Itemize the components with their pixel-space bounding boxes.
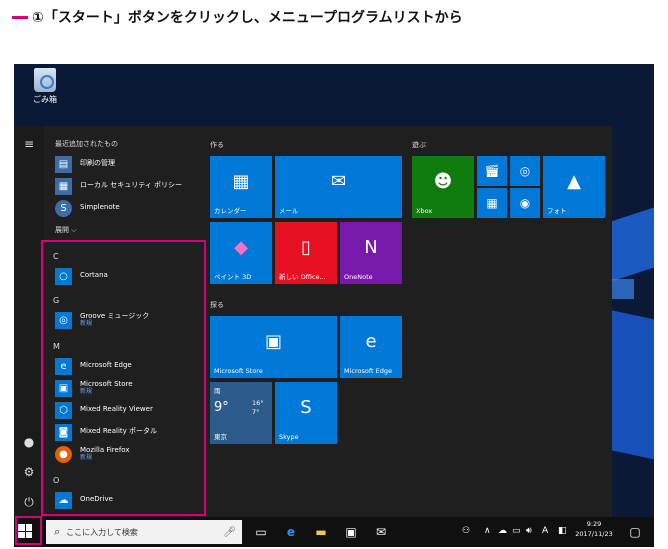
recent-header: 最近追加されたもの	[55, 140, 118, 148]
search-placeholder: ここに入力して検索	[66, 527, 138, 537]
group-play-label[interactable]: 遊ぶ	[412, 140, 426, 150]
network-icon[interactable]: ▭	[512, 526, 521, 536]
clock[interactable]: 9:29 2017/11/23	[574, 520, 614, 540]
paint-3d-icon: ◆	[234, 236, 248, 258]
caption-bar	[12, 15, 28, 19]
user-account-icon[interactable]: ●	[21, 434, 37, 450]
tile-groove[interactable]: ◎	[510, 156, 540, 186]
settings-gear-icon[interactable]: ⚙	[21, 464, 37, 480]
expand-link[interactable]: 展開 ⌵	[55, 225, 77, 235]
instruction-caption: ①「スタート」ボタンをクリックし、メニュープログラムリストから	[12, 6, 463, 28]
people-icon[interactable]: ⚇	[462, 526, 470, 536]
tile-calculator[interactable]: ▦	[477, 188, 507, 218]
ime-pad-icon[interactable]: ◧	[558, 526, 567, 536]
xbox-icon: ☻	[433, 170, 453, 192]
calculator-icon: ▦	[486, 196, 498, 210]
recycle-bin-icon	[34, 68, 56, 92]
chevron-up-icon[interactable]: ∧	[484, 526, 491, 536]
list-item-local-security-policy[interactable]: ▦ ローカル セキュリティ ポリシー	[55, 176, 205, 196]
office-icon: ▯	[301, 236, 311, 258]
tile-onenote[interactable]: N OneNote	[340, 222, 402, 284]
recycle-bin-label: ごみ箱	[33, 95, 57, 104]
recycle-bin[interactable]: ごみ箱	[22, 68, 68, 105]
printer-icon: ▤	[55, 155, 72, 173]
tile-weather[interactable]: 雨 9° 16° 7° 東京	[210, 382, 272, 444]
weather-temperature: 9°	[214, 400, 229, 415]
calendar-icon: ▦	[232, 170, 250, 192]
caption-text: ①「スタート」ボタンをクリックし、メニュープログラムリストから	[32, 10, 463, 26]
store-bag-icon: ▣	[264, 330, 282, 352]
weather-low: 7°	[252, 408, 260, 416]
group-create-label[interactable]: 作る	[210, 140, 224, 150]
weather-condition: 雨	[214, 387, 221, 395]
taskbar-mail-icon[interactable]: ✉	[372, 523, 390, 541]
ime-mode-icon[interactable]: A	[542, 526, 548, 536]
task-view-icon[interactable]: ▭	[252, 523, 270, 541]
file-explorer-icon[interactable]: ▬	[312, 523, 330, 541]
volume-icon[interactable]: 🔊︎	[526, 526, 532, 536]
taskbar: ⌕ ここに入力して検索 🎤︎ ▭ e ▬ ▣ ✉ ⚇ ∧ ☁ ▭ 🔊︎ A ◧ …	[14, 517, 654, 547]
maps-icon: ◉	[519, 196, 531, 210]
tile-skype[interactable]: S Skype	[275, 382, 337, 444]
power-icon[interactable]: ⏻	[21, 494, 37, 510]
search-box[interactable]: ⌕ ここに入力して検索 🎤︎	[46, 520, 242, 544]
tile-paint-3d[interactable]: ◆ ペイント 3D	[210, 222, 272, 284]
groove-icon: ◎	[519, 164, 531, 178]
tile-maps[interactable]: ◉	[510, 188, 540, 218]
start-rail: ≡ ● ⚙ ⏻	[14, 126, 44, 517]
clock-date: 2017/11/23	[575, 529, 613, 538]
group-explore-label[interactable]: 探る	[210, 300, 224, 310]
taskbar-store-icon[interactable]: ▣	[342, 523, 360, 541]
tile-photos[interactable]: ▲ フォト	[543, 156, 605, 218]
tile-movies[interactable]: 🎬︎	[477, 156, 507, 186]
list-item-print-management[interactable]: ▤ 印刷の管理	[55, 154, 205, 174]
weather-high: 16°	[252, 399, 264, 407]
photos-icon: ▲	[567, 170, 581, 192]
hamburger-menu-icon[interactable]: ≡	[21, 136, 37, 152]
simplenote-icon: S	[55, 199, 72, 217]
onedrive-tray-icon[interactable]: ☁	[498, 526, 507, 536]
tile-xbox[interactable]: ☻ Xbox	[412, 156, 474, 218]
tile-office[interactable]: ▯ 新しい Office...	[275, 222, 337, 284]
onenote-icon: N	[364, 236, 378, 258]
taskbar-edge-icon[interactable]: e	[282, 523, 300, 541]
clock-time: 9:29	[586, 520, 602, 528]
highlight-box-start-button	[15, 516, 42, 545]
search-icon: ⌕	[54, 525, 61, 538]
action-center-icon[interactable]: ▢	[626, 523, 644, 541]
edge-tile-icon: e	[365, 330, 377, 352]
tile-microsoft-edge[interactable]: e Microsoft Edge	[340, 316, 402, 378]
mail-icon: ✉	[330, 170, 347, 192]
security-policy-icon: ▦	[55, 177, 72, 195]
list-item-simplenote[interactable]: S Simplenote	[55, 198, 205, 218]
film-icon: 🎬︎	[484, 164, 500, 178]
skype-icon: S	[300, 396, 312, 418]
tile-calendar[interactable]: ▦ カレンダー	[210, 156, 272, 218]
tile-microsoft-store[interactable]: ▣ Microsoft Store	[210, 316, 337, 378]
microphone-icon[interactable]: 🎤︎	[223, 527, 236, 538]
tile-mail[interactable]: ✉ メール	[275, 156, 402, 218]
highlight-box-program-list	[41, 240, 206, 516]
